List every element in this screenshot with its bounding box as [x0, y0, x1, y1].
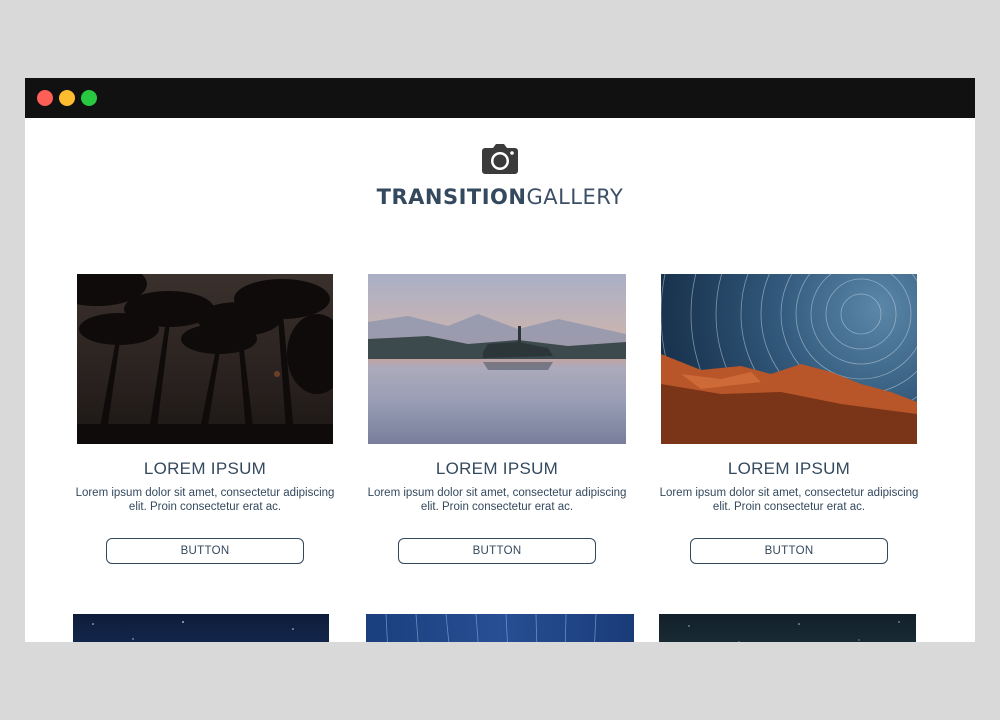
camera-icon: [482, 144, 518, 174]
gallery-image-star-trails[interactable]: [661, 274, 917, 444]
card-button[interactable]: BUTTON: [690, 538, 888, 564]
brand-name-bold: TRANSITION: [376, 185, 527, 209]
gallery-card: LOREM IPSUM Lorem ipsum dolor sit amet, …: [649, 274, 929, 564]
gallery-image-lake[interactable]: [368, 274, 626, 444]
close-window-button[interactable]: [37, 90, 53, 106]
gallery-image-palm-trees[interactable]: [77, 274, 333, 444]
gallery-image-star-trails-blue[interactable]: [366, 614, 634, 642]
minimize-window-button[interactable]: [59, 90, 75, 106]
brand-name-light: GALLERY: [526, 185, 624, 209]
gallery-card: LOREM IPSUM Lorem ipsum dolor sit amet, …: [357, 274, 637, 564]
gallery-image-starry-sky[interactable]: [73, 614, 329, 642]
site-header: TRANSITIONGALLERY: [25, 118, 975, 209]
window-titlebar: [25, 78, 975, 118]
gallery-card: LOREM IPSUM Lorem ipsum dolor sit amet, …: [65, 274, 345, 564]
card-title: LOREM IPSUM: [435, 459, 559, 478]
maximize-window-button[interactable]: [81, 90, 97, 106]
card-description: Lorem ipsum dolor sit amet, consectetur …: [367, 487, 627, 513]
card-button[interactable]: BUTTON: [398, 538, 596, 564]
card-description: Lorem ipsum dolor sit amet, consectetur …: [75, 487, 335, 513]
site-logo[interactable]: TRANSITIONGALLERY: [25, 185, 975, 209]
card-button[interactable]: BUTTON: [106, 538, 304, 564]
gallery-image-night-sky-dark[interactable]: [659, 614, 916, 642]
card-title: LOREM IPSUM: [727, 459, 851, 478]
browser-window: TRANSITIONGALLERY LOREM IPSUM Lorem ipsu…: [25, 78, 975, 642]
card-title: LOREM IPSUM: [143, 459, 267, 478]
card-description: Lorem ipsum dolor sit amet, consectetur …: [659, 487, 919, 513]
